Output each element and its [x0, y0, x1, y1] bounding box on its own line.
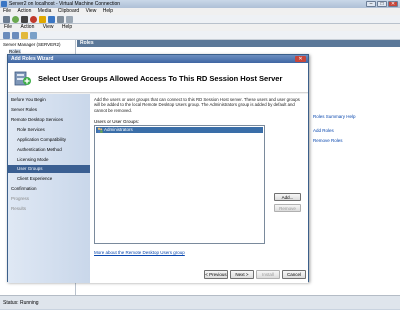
previous-button[interactable]: < Previous — [204, 270, 228, 279]
revert-icon[interactable] — [66, 16, 73, 23]
back-icon[interactable] — [3, 32, 10, 39]
nav-progress: Progress — [11, 196, 30, 201]
install-button: Install — [256, 270, 280, 279]
vm-menu-help[interactable]: Help — [103, 8, 113, 14]
roles-summary-help-link[interactable]: Roles Summary Help — [313, 114, 356, 119]
reset-icon[interactable] — [48, 16, 55, 23]
vm-toolbar — [0, 15, 400, 24]
snapshot-icon[interactable] — [57, 16, 64, 23]
nav-user-groups[interactable]: User Groups — [8, 165, 99, 173]
wizard-description: Add the users or user groups that can co… — [94, 97, 300, 113]
status-bar: Status: Running — [0, 295, 400, 309]
wizard-close-button[interactable]: ✕ — [295, 56, 306, 62]
wizard-heading: Select User Groups Allowed Access To Thi… — [38, 74, 283, 83]
add-roles-link[interactable]: Add Roles — [313, 128, 334, 133]
nav-authentication-method[interactable]: Authentication Method — [8, 146, 99, 154]
close-button[interactable]: ✕ — [388, 1, 398, 7]
tree-item-server-manager[interactable]: Server Manager (SERVER2) — [3, 42, 60, 47]
ctrl-alt-del-icon[interactable] — [3, 16, 10, 23]
remove-roles-link[interactable]: Remove Roles — [313, 138, 343, 143]
add-roles-wizard: Add Roles Wizard ✕ Select User Groups Al… — [7, 54, 309, 283]
wizard-header: Select User Groups Allowed Access To Thi… — [8, 63, 308, 93]
wizard-title-bar: Add Roles Wizard — [8, 55, 308, 63]
wizard-title: Add Roles Wizard — [11, 56, 54, 62]
maximize-button[interactable]: □ — [377, 1, 387, 7]
list-item-label: Administrators — [104, 127, 133, 132]
user-groups-label: Users or User Groups: — [94, 119, 140, 124]
server-roles-icon — [14, 69, 32, 87]
forward-icon[interactable] — [12, 32, 19, 39]
sm-menu-action[interactable]: Action — [20, 24, 34, 30]
remote-desktop-users-help-link[interactable]: More about the Remote Desktop Users grou… — [94, 250, 185, 255]
vm-title-bar: Server2 on localhost - Virtual Machine C… — [0, 0, 400, 8]
user-group-icon — [97, 127, 103, 133]
nav-server-roles[interactable]: Server Roles — [8, 106, 93, 114]
wizard-nav: Before You Begin Server Roles Remote Des… — [8, 94, 99, 283]
nav-remote-desktop-services[interactable]: Remote Desktop Services — [8, 116, 93, 124]
nav-licensing-mode[interactable]: Licensing Mode — [8, 156, 99, 164]
list-item[interactable]: Administrators — [96, 127, 263, 133]
vm-menu-media[interactable]: Media — [38, 8, 52, 14]
sm-actions-pane: Roles Summary Help Add Roles Remove Role… — [305, 112, 400, 295]
nav-confirmation[interactable]: Confirmation — [8, 185, 93, 193]
remove-button: Remove — [274, 204, 301, 212]
minimize-button[interactable]: – — [366, 1, 376, 7]
vm-app-icon — [1, 1, 7, 7]
sm-menu-help[interactable]: Help — [62, 24, 72, 30]
vm-menu-file[interactable]: File — [3, 8, 11, 14]
add-button[interactable]: Add... — [274, 193, 301, 201]
sm-menu-view[interactable]: View — [43, 24, 54, 30]
vm-menu-action[interactable]: Action — [17, 8, 31, 14]
vm-menu-clipboard[interactable]: Clipboard — [58, 8, 79, 14]
nav-application-compatibility[interactable]: Application Compatibility — [8, 136, 99, 144]
folder-icon[interactable] — [21, 32, 28, 39]
nav-results: Results — [11, 206, 27, 211]
vm-window-title: Server2 on localhost - Virtual Machine C… — [9, 1, 121, 7]
next-button[interactable]: Next > — [230, 270, 254, 279]
pause-icon[interactable] — [39, 16, 46, 23]
turn-off-icon[interactable] — [21, 16, 28, 23]
sm-menu-bar: File Action View Help — [0, 24, 400, 31]
vm-menu-bar: File Action Media Clipboard View Help — [0, 8, 400, 15]
nav-before-you-begin[interactable]: Before You Begin — [8, 96, 93, 104]
sm-menu-file[interactable]: File — [4, 24, 12, 30]
nav-client-experience[interactable]: Client Experience — [8, 175, 99, 183]
status-text: Status: Running — [3, 300, 39, 306]
start-icon[interactable] — [12, 16, 19, 23]
help-icon[interactable] — [30, 32, 37, 39]
wizard-body: Add the users or user groups that can co… — [90, 94, 308, 283]
cancel-button[interactable]: Cancel — [282, 270, 306, 279]
sm-toolbar — [0, 31, 400, 40]
vm-menu-view[interactable]: View — [86, 8, 97, 14]
nav-role-services[interactable]: Role Services — [8, 126, 99, 134]
user-groups-listbox[interactable]: Administrators — [94, 125, 265, 244]
roles-panel-header: Roles — [77, 40, 400, 47]
shutdown-icon[interactable] — [30, 16, 37, 23]
